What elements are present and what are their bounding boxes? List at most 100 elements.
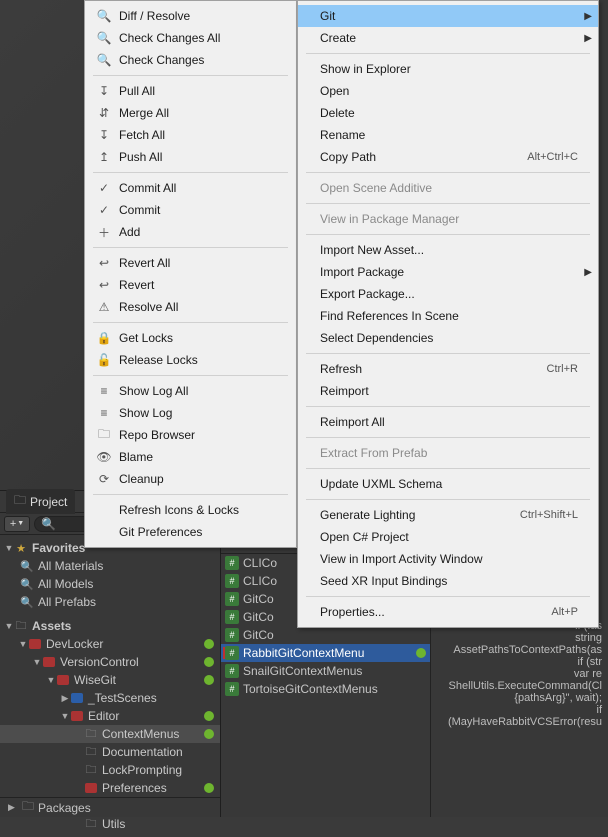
menu-item[interactable]: ↧Fetch All <box>85 124 296 146</box>
menu-item[interactable]: ↩Revert <box>85 274 296 296</box>
folder-modified-icon <box>28 637 42 651</box>
favorite-item[interactable]: 🔍All Models <box>0 575 220 593</box>
vcs-added-icon <box>204 729 214 739</box>
menu-item-label: Get Locks <box>119 331 173 345</box>
menu-item[interactable]: Generate LightingCtrl+Shift+L <box>298 504 598 526</box>
menu-item[interactable]: ⚠Resolve All <box>85 296 296 318</box>
tree-item[interactable]: Preferences <box>0 779 220 797</box>
tree-item[interactable]: ▼DevLocker <box>0 635 220 653</box>
add-asset-button[interactable]: +▼ <box>4 516 30 532</box>
menu-item[interactable]: ✓Commit All <box>85 177 296 199</box>
tree-item[interactable]: 🗀Documentation <box>0 743 220 761</box>
folder-scene-icon <box>70 691 84 705</box>
menu-item[interactable]: 🗀Repo Browser <box>85 424 296 446</box>
menu-item[interactable]: 🔍Diff / Resolve <box>85 5 296 27</box>
menu-item[interactable]: ≡Show Log All <box>85 380 296 402</box>
tree-item[interactable]: 🗀LockPrompting <box>0 761 220 779</box>
menu-item-label: Blame <box>119 450 153 464</box>
menu-item[interactable]: RefreshCtrl+R <box>298 358 598 380</box>
submenu-arrow-icon: ▶ <box>584 33 592 44</box>
menu-item[interactable]: 🔍Check Changes <box>85 49 296 71</box>
menu-item-label: Reimport All <box>320 415 385 429</box>
menu-item[interactable]: Open <box>298 80 598 102</box>
tree-item[interactable]: ▼WiseGit <box>0 671 220 689</box>
menu-item[interactable]: Export Package... <box>298 283 598 305</box>
menu-item[interactable]: Refresh Icons & Locks <box>85 499 296 521</box>
menu-item-icon: ≡ <box>95 406 113 420</box>
tree-item[interactable]: ▶_TestScenes <box>0 689 220 707</box>
asset-item[interactable]: #SnailGitContextMenus <box>221 662 430 680</box>
menu-item[interactable]: Delete <box>298 102 598 124</box>
menu-item[interactable]: Update UXML Schema <box>298 473 598 495</box>
menu-item[interactable]: 🔒 Get Locks <box>85 327 296 349</box>
tree-item[interactable]: ▼Editor <box>0 707 220 725</box>
menu-item[interactable]: ⇵Merge All <box>85 102 296 124</box>
menu-item[interactable]: Find References In Scene <box>298 305 598 327</box>
asset-item[interactable]: #RabbitGitContextMenu <box>221 644 430 662</box>
menu-item[interactable]: Git Preferences <box>85 521 296 543</box>
menu-item[interactable]: Reimport <box>298 380 598 402</box>
menu-shortcut: Alt+Ctrl+C <box>527 151 578 163</box>
script-icon: # <box>225 628 239 642</box>
favorite-item[interactable]: 🔍All Materials <box>0 557 220 575</box>
menu-item[interactable]: Copy PathAlt+Ctrl+C <box>298 146 598 168</box>
menu-item[interactable]: ＋Add <box>85 221 296 243</box>
tree-item[interactable]: 🗀ContextMenus <box>0 725 220 743</box>
menu-item[interactable]: Create▶ <box>298 27 598 49</box>
menu-item[interactable]: Reimport All <box>298 411 598 433</box>
menu-item[interactable]: Select Dependencies <box>298 327 598 349</box>
submenu-arrow-icon: ▶ <box>584 267 592 278</box>
menu-item[interactable]: ⟳Cleanup <box>85 468 296 490</box>
menu-item[interactable]: 🔍Check Changes All <box>85 27 296 49</box>
menu-item[interactable]: ✓Commit <box>85 199 296 221</box>
menu-item[interactable]: Rename <box>298 124 598 146</box>
menu-item-icon: 🔍 <box>95 9 113 23</box>
folder-modified-icon <box>84 781 98 795</box>
menu-separator <box>306 203 590 204</box>
menu-item-label: Add <box>119 225 140 239</box>
menu-separator <box>93 494 288 495</box>
folder-icon: 🗀 <box>14 491 26 512</box>
menu-item[interactable]: ↥Push All <box>85 146 296 168</box>
project-tab[interactable]: 🗀 Project <box>6 489 75 514</box>
asset-item[interactable]: #TortoiseGitContextMenus <box>221 680 430 698</box>
menu-item[interactable]: Import Package▶ <box>298 261 598 283</box>
menu-item[interactable]: Properties...Alt+P <box>298 601 598 623</box>
folder-icon: 🗀 <box>84 745 98 759</box>
menu-separator <box>306 53 590 54</box>
menu-separator <box>306 353 590 354</box>
search-icon: 🔍 <box>41 517 56 531</box>
packages-row[interactable]: ▶ 🗀 Packages <box>0 797 220 817</box>
menu-item-icon: ⟳ <box>95 472 113 486</box>
menu-shortcut: Ctrl+R <box>547 363 578 375</box>
menu-item-label: Git <box>320 9 335 23</box>
menu-item[interactable]: 👁Blame <box>85 446 296 468</box>
menu-item[interactable]: ↧Pull All <box>85 80 296 102</box>
menu-item[interactable]: Open C# Project <box>298 526 598 548</box>
assets-root[interactable]: ▼🗀Assets <box>0 617 220 635</box>
menu-item-label: Delete <box>320 106 355 120</box>
vcs-added-icon <box>204 657 214 667</box>
asset-item[interactable]: #GitCo <box>221 626 430 644</box>
vcs-added-icon <box>204 711 214 721</box>
menu-item[interactable]: ↩Revert All <box>85 252 296 274</box>
packages-label: Packages <box>38 801 91 815</box>
menu-item-label: Fetch All <box>119 128 165 142</box>
menu-item[interactable]: View in Import Activity Window <box>298 548 598 570</box>
menu-item-icon: 🔒 <box>95 331 113 345</box>
git-submenu: 🔍Diff / Resolve🔍Check Changes All🔍Check … <box>84 0 297 548</box>
menu-separator <box>93 375 288 376</box>
tree-item[interactable]: ▼VersionControl <box>0 653 220 671</box>
menu-item[interactable]: Git▶ <box>298 5 598 27</box>
menu-item[interactable]: ≡Show Log <box>85 402 296 424</box>
folder-icon: 🗀 <box>84 763 98 777</box>
menu-item[interactable]: Seed XR Input Bindings <box>298 570 598 592</box>
menu-item[interactable]: 🔓Release Locks <box>85 349 296 371</box>
menu-item-label: Commit <box>119 203 160 217</box>
menu-separator <box>93 322 288 323</box>
search-icon: 🔍 <box>20 595 34 609</box>
favorite-item[interactable]: 🔍All Prefabs <box>0 593 220 611</box>
menu-item-label: Check Changes All <box>119 31 220 45</box>
menu-item[interactable]: Show in Explorer <box>298 58 598 80</box>
menu-item[interactable]: Import New Asset... <box>298 239 598 261</box>
